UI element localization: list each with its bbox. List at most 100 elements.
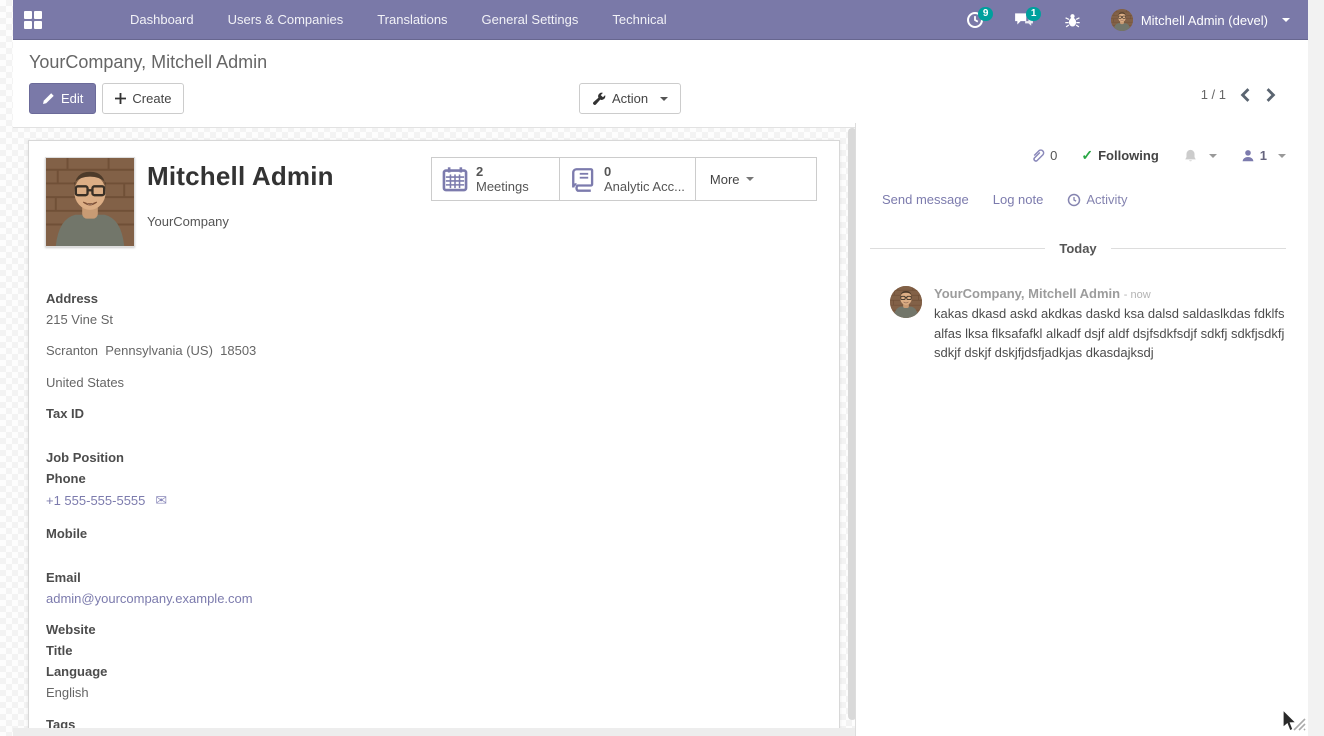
vertical-scrollbar-track [1308,0,1324,736]
message-body: kakas dkasd askd akdkas daskd ksa dalsd … [934,304,1286,363]
more-stat-dropdown[interactable]: More [696,158,816,200]
apps-menu-icon[interactable] [13,0,53,40]
pager: 1 / 1 [1201,87,1276,102]
title-block: Mitchell Admin YourCompany [147,157,334,247]
followers-button[interactable]: 1 [1241,148,1286,163]
contact-photo [45,157,135,247]
top-navbar: Dashboard Users & Companies Translations… [13,0,1308,40]
address-city-state-zip: Scranton Pennsylvania (US) 18503 [46,343,823,358]
pencil-icon [42,92,55,105]
grid-icon [24,11,42,29]
form-view: Mitchell Admin YourCompany [13,123,1308,736]
job-position-label: Job Position [46,450,823,465]
debug-button[interactable] [1054,6,1091,35]
meetings-stat-button[interactable]: 2 Meetings [432,158,560,200]
sms-envelope-icon[interactable]: ✉ [155,492,167,508]
address-country: United States [46,375,823,390]
title-label: Title [46,643,823,658]
bell-icon [1183,148,1198,164]
email-link[interactable]: admin@yourcompany.example.com [46,591,253,606]
field-group: Address 215 Vine St Scranton Pennsylvani… [45,291,823,732]
phone-label: Phone [46,471,823,486]
chatter: 0 ✓ Following [855,123,1312,736]
attachments-button[interactable]: 0 [1030,148,1057,164]
website-label: Website [46,622,823,637]
send-message-link[interactable]: Send message [882,192,969,207]
create-button[interactable]: Create [102,83,184,114]
book-icon [570,166,596,192]
check-icon: ✓ [1081,147,1093,164]
main-menu-bar: Dashboard Users & Companies Translations… [117,1,680,38]
date-separator: Today [870,241,1286,256]
user-avatar [1111,9,1133,31]
breadcrumb: YourCompany, Mitchell Admin [29,52,1292,73]
analytic-label: Analytic Acc... [604,179,685,194]
company-name[interactable]: YourCompany [147,214,334,229]
message-author: YourCompany, Mitchell Admin [934,286,1120,301]
phone-link[interactable]: +1 555-555-5555 [46,493,145,508]
tax-id-label: Tax ID [46,406,823,421]
subscription-dropdown[interactable] [1183,148,1217,164]
chevron-down-icon [746,177,754,181]
paperclip-icon [1030,148,1045,164]
calendar-icon [442,166,468,192]
chevron-down-icon [660,97,668,101]
message-timestamp: - now [1124,289,1151,301]
address-street: 215 Vine St [46,312,823,327]
menu-dashboard[interactable]: Dashboard [117,1,207,38]
language-value: English [46,685,823,700]
odoo-app-window: Dashboard Users & Companies Translations… [13,0,1308,736]
control-panel-buttons: Edit Create Action 1 / 1 [29,83,1292,114]
pager-next-button[interactable] [1265,88,1276,102]
attachments-count: 0 [1050,148,1057,163]
chatter-actions: Send message Log note Activity [882,192,1300,207]
schedule-activity-link[interactable]: Activity [1067,192,1127,207]
menu-general-settings[interactable]: General Settings [469,1,592,38]
user-name: Mitchell Admin (devel) [1141,13,1268,28]
messages-button[interactable]: 1 [1004,5,1044,35]
pager-previous-button[interactable] [1240,88,1251,102]
chatter-topbar: 0 ✓ Following [882,147,1300,164]
systray: 9 1 [956,0,1300,40]
following-button[interactable]: ✓ Following [1081,147,1158,164]
activities-badge: 9 [978,7,994,21]
action-menu-button[interactable]: Action [579,83,681,114]
control-panel: YourCompany, Mitchell Admin Edit Create … [13,40,1308,128]
stat-buttons: 2 Meetings 0 Analytic Ac [431,157,817,201]
resize-grip[interactable] [1290,715,1306,731]
wrench-icon [592,92,606,106]
plus-icon [115,93,126,104]
date-separator-label: Today [1045,241,1110,256]
log-note-link[interactable]: Log note [993,192,1044,207]
menu-technical[interactable]: Technical [599,1,679,38]
pager-value[interactable]: 1 / 1 [1201,87,1226,102]
user-menu[interactable]: Mitchell Admin (devel) [1101,9,1300,31]
chevron-down-icon [1209,154,1217,158]
bug-icon [1064,12,1081,29]
chevron-down-icon [1278,154,1286,158]
meetings-count: 2 [476,164,529,179]
menu-translations[interactable]: Translations [364,1,460,38]
mobile-label: Mobile [46,526,823,541]
email-label: Email [46,570,823,585]
menu-users-companies[interactable]: Users & Companies [215,1,357,38]
language-label: Language [46,664,823,679]
activities-button[interactable]: 9 [956,5,994,35]
person-icon [1241,148,1255,163]
analytic-count: 0 [604,164,685,179]
address-label: Address [46,291,823,306]
followers-count: 1 [1260,148,1267,163]
contact-name: Mitchell Admin [147,161,334,192]
form-sheet-background: Mitchell Admin YourCompany [13,123,855,736]
analytic-accounts-stat-button[interactable]: 0 Analytic Acc... [560,158,696,200]
activity-clock-icon [1067,193,1081,207]
horizontal-scrollbar-track [13,728,855,736]
chatter-message: YourCompany, Mitchell Admin - now kakas … [882,286,1300,363]
phone-field: +1 555-555-5555 ✉ [46,492,823,509]
message-author-avatar [890,286,922,318]
form-sheet: Mitchell Admin YourCompany [28,140,840,729]
chevron-down-icon [1282,18,1290,22]
edit-button[interactable]: Edit [29,83,96,114]
meetings-label: Meetings [476,179,529,194]
messages-badge: 1 [1026,7,1042,21]
